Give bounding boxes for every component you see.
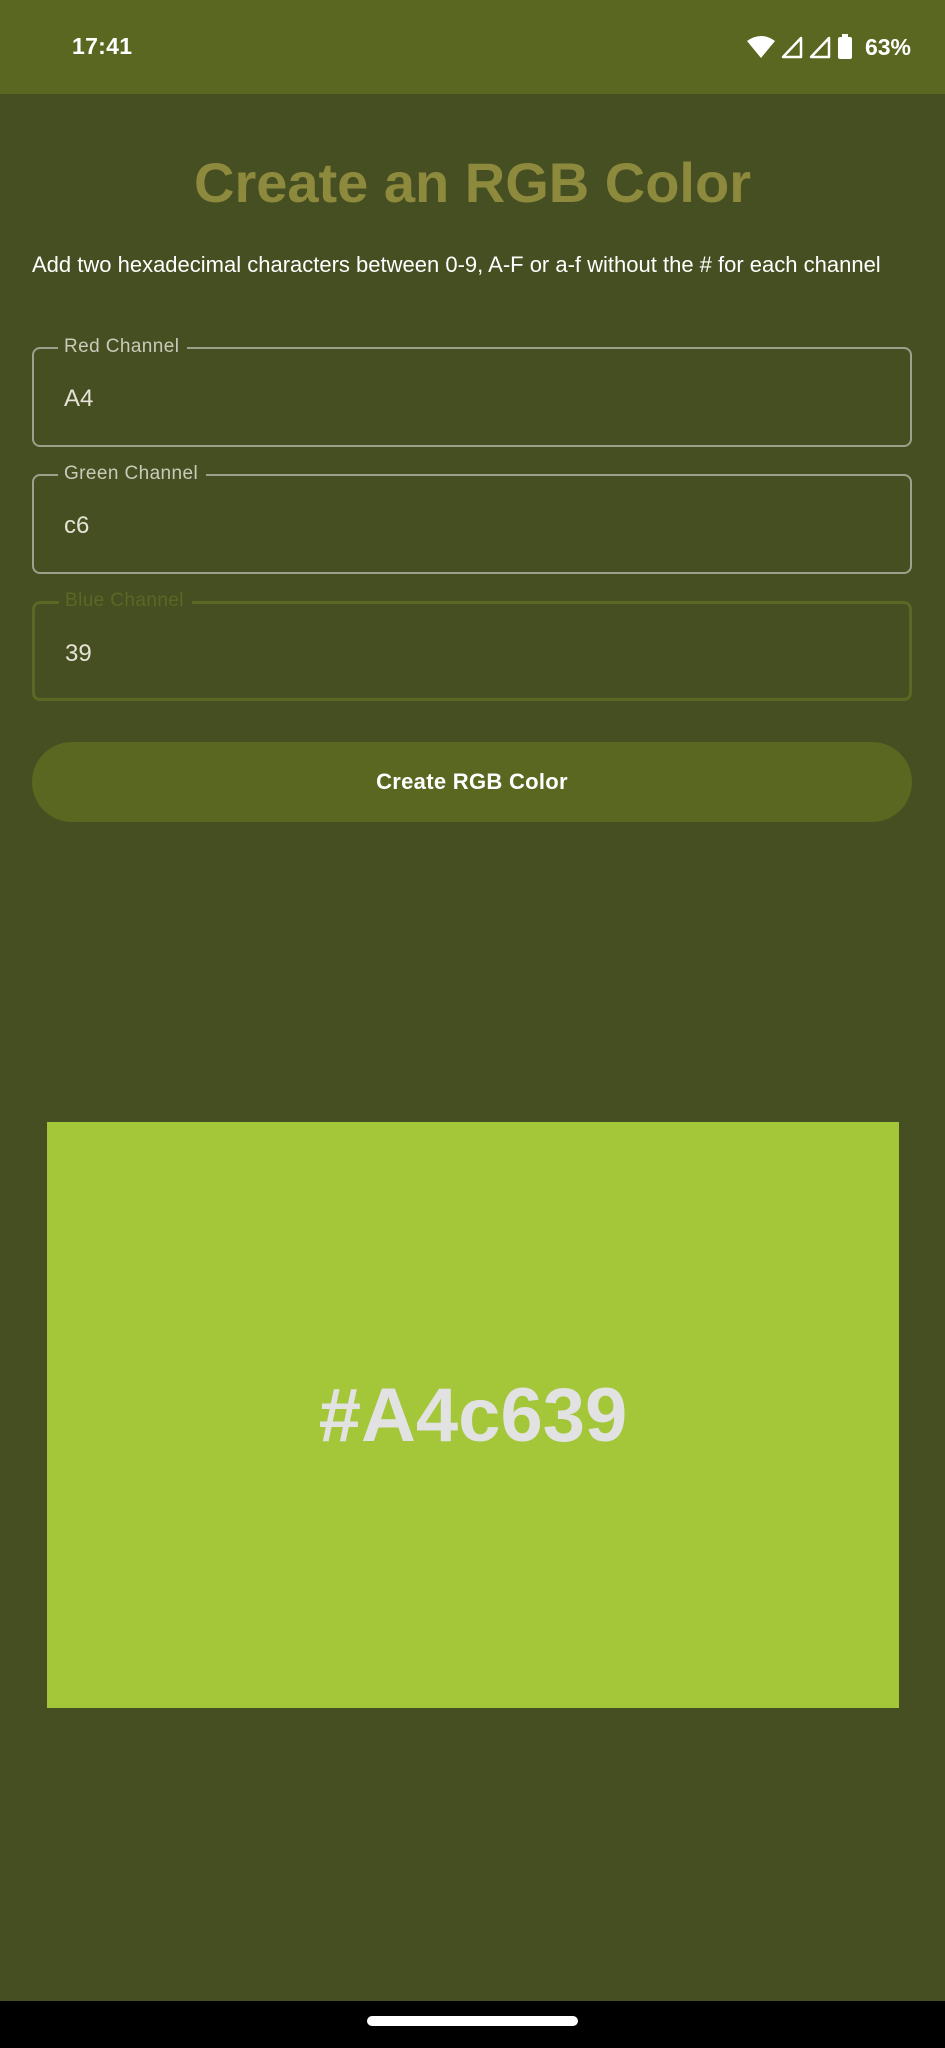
blue-channel-input[interactable] bbox=[65, 640, 865, 668]
status-bar: 17:41 63% bbox=[0, 0, 945, 94]
green-channel-input[interactable] bbox=[64, 512, 864, 540]
blue-channel-label: Blue Channel bbox=[59, 589, 192, 613]
green-channel-field[interactable]: Green Channel bbox=[32, 462, 912, 574]
create-rgb-color-button[interactable]: Create RGB Color bbox=[32, 742, 912, 822]
status-time: 17:41 bbox=[72, 33, 133, 59]
home-handle[interactable] bbox=[367, 2016, 578, 2026]
wifi-icon bbox=[746, 35, 775, 59]
cell-signal-icon bbox=[781, 35, 803, 59]
navigation-bar bbox=[0, 2001, 945, 2048]
battery-icon bbox=[837, 34, 853, 60]
battery-percent: 63% bbox=[864, 33, 911, 60]
app-screen: 17:41 63% Create an RGB Color Add two he… bbox=[0, 0, 945, 2048]
cell-signal-icon bbox=[809, 35, 831, 59]
red-channel-input[interactable] bbox=[64, 385, 864, 413]
red-channel-field[interactable]: Red Channel bbox=[32, 335, 912, 447]
instructions-text: Add two hexadecimal characters between 0… bbox=[32, 252, 881, 277]
page-title: Create an RGB Color bbox=[194, 151, 751, 214]
blue-channel-field[interactable]: Blue Channel bbox=[32, 589, 912, 701]
green-channel-label: Green Channel bbox=[58, 462, 207, 486]
red-channel-label: Red Channel bbox=[58, 335, 188, 359]
hex-color-label: #A4c639 bbox=[318, 1373, 628, 1458]
status-icons: 63% bbox=[746, 30, 911, 64]
color-swatch: #A4c639 bbox=[47, 1122, 899, 1708]
